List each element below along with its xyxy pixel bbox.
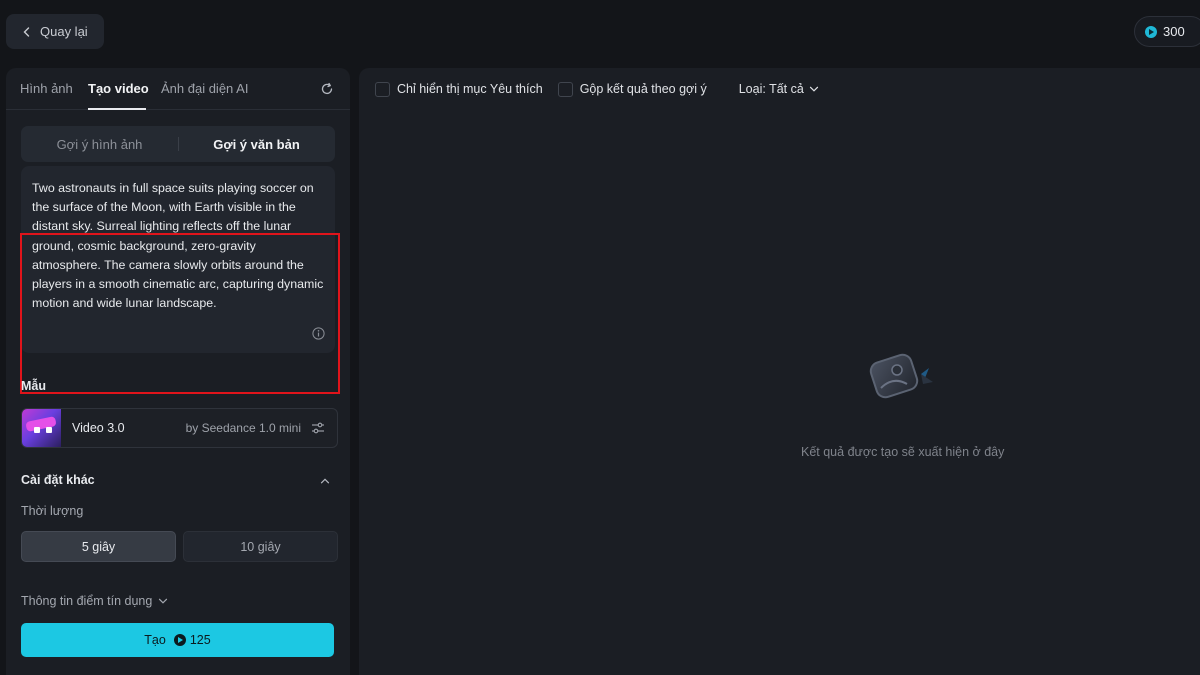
mode-tabs: Hình ảnh Tạo video Ảnh đại diện AI [6,68,350,110]
top-bar: Quay lại 300 [0,0,1200,64]
type-filter-label: Loại: Tất cả [738,82,804,96]
duration-5s-button[interactable]: 5 giây [21,531,176,562]
duration-10s-button[interactable]: 10 giây [183,531,338,562]
model-selector[interactable]: Video 3.0 by Seedance 1.0 mini [21,408,338,448]
other-settings-label: Cài đặt khác [21,473,95,487]
tab-create-video[interactable]: Tạo video [88,81,149,96]
chevron-left-icon [23,26,30,37]
back-label: Quay lại [40,24,88,39]
coin-icon [173,634,186,646]
model-name: Video 3.0 [72,421,125,435]
refresh-icon[interactable] [320,82,334,96]
model-provider: by Seedance 1.0 mini [185,421,301,435]
favorites-only-label: Chỉ hiển thị mục Yêu thích [397,82,543,96]
empty-results-icon [869,353,933,399]
tab-ai-avatar[interactable]: Ảnh đại diện AI [161,81,248,96]
create-button[interactable]: Tạo 125 [21,623,334,657]
group-by-prompt-label: Gộp kết quả theo gợi ý [579,82,707,96]
type-filter-dropdown[interactable]: Loại: Tất cả [739,82,819,96]
filter-bar: Chỉ hiển thị mục Yêu thích Gộp kết quả t… [375,81,819,97]
credit-info-toggle[interactable]: Thông tin điểm tín dụng [21,594,168,608]
chevron-down-icon [159,598,168,604]
model-thumbnail [22,409,61,447]
create-cost: 125 [189,633,211,647]
credits-balance[interactable]: 300 [1134,16,1200,47]
model-section-label: Mẫu [21,379,46,393]
group-by-prompt-checkbox[interactable] [557,81,573,97]
prompt-type-switch: Gợi ý hình ảnh Gợi ý văn bản [21,126,335,162]
create-label: Tạo [144,633,166,647]
credits-value: 300 [1163,24,1185,39]
results-panel: Chỉ hiển thị mục Yêu thích Gộp kết quả t… [359,68,1200,675]
segment-text-prompt[interactable]: Gợi ý văn bản [178,126,335,162]
active-tab-indicator [88,108,146,110]
favorites-only-checkbox[interactable] [375,81,390,97]
chevron-down-icon [809,86,818,92]
coin-icon [1145,25,1157,38]
duration-label: Thời lượng [21,504,84,518]
credit-info-label: Thông tin điểm tín dụng [21,594,153,608]
sliders-icon[interactable] [311,421,325,435]
chevron-up-icon[interactable] [320,476,330,486]
prompt-highlight-box [20,233,340,394]
segment-image-prompt[interactable]: Gợi ý hình ảnh [21,126,178,162]
empty-state-message: Kết quả được tạo sẽ xuất hiện ở đây [801,445,1005,459]
back-button[interactable]: Quay lại [6,14,104,49]
left-panel: Hình ảnh Tạo video Ảnh đại diện AI Gợi ý… [6,68,350,675]
tab-images[interactable]: Hình ảnh [20,81,73,96]
